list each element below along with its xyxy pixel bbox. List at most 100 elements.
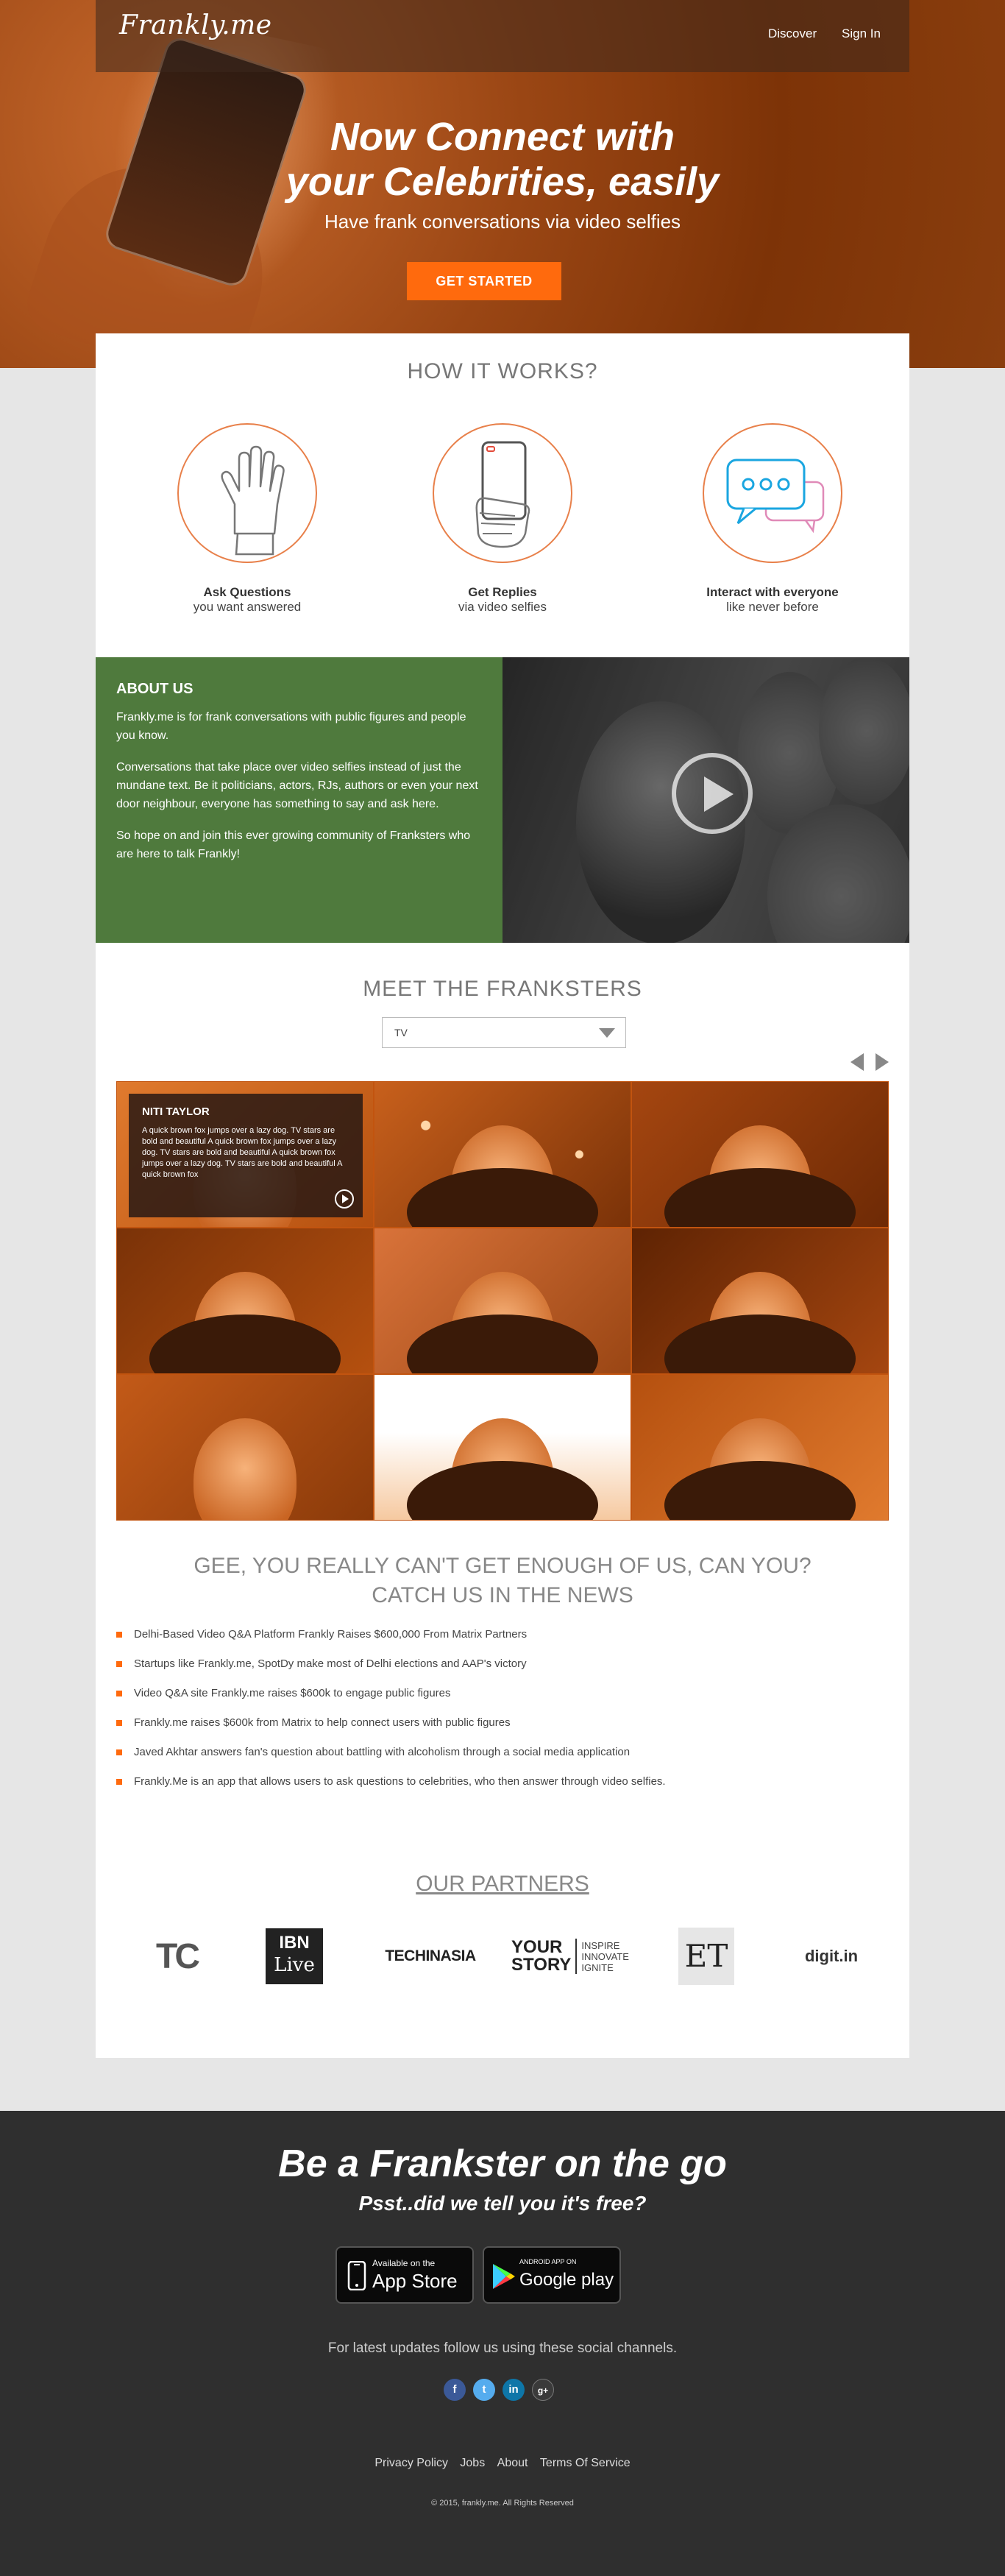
partner-digit-logo[interactable]: digit.in	[780, 1927, 883, 1986]
how-ask-title: Ask Questions	[203, 585, 291, 599]
frankster-card[interactable]	[116, 1228, 374, 1374]
terms-link[interactable]: Terms Of Service	[540, 2457, 631, 2469]
frankster-photo	[407, 1168, 598, 1227]
frankster-card[interactable]	[631, 1374, 889, 1521]
footer-title: Be a Frankster on the go	[278, 2142, 727, 2185]
frankster-card[interactable]	[374, 1081, 631, 1228]
next-arrow-icon[interactable]	[876, 1053, 889, 1071]
hero-banner: Frankly.me Discover Sign In Now Connect …	[0, 0, 1005, 368]
how-it-works-title: HOW IT WORKS?	[407, 359, 598, 383]
app-store-small-text: Available on the	[372, 2258, 436, 2268]
news-item[interactable]: Startups like Frankly.me, SpotDy make mo…	[116, 1657, 889, 1686]
about-link[interactable]: About	[497, 2457, 528, 2469]
ibnlive-logo-box: IBN Live	[266, 1928, 323, 1984]
news-item[interactable]: Frankly.Me is an app that allows users t…	[116, 1774, 889, 1804]
app-store-big-text: App Store	[372, 2270, 458, 2292]
linkedin-icon[interactable]: in	[502, 2379, 525, 2401]
how-item-interact: Interact with everyone like never before	[662, 423, 883, 615]
frankster-info: NITI TAYLOR A quick brown fox jumps over…	[129, 1094, 363, 1217]
frankster-card[interactable]	[374, 1374, 631, 1521]
partner-techcrunch-logo[interactable]: TC	[132, 1927, 221, 1986]
category-select[interactable]: TV	[382, 1017, 626, 1048]
how-interact-sub: like never before	[726, 600, 819, 614]
play-icon[interactable]	[672, 753, 753, 834]
jobs-link[interactable]: Jobs	[460, 2457, 485, 2469]
how-item-ask: Ask Questions you want answered	[137, 423, 358, 615]
google-play-button[interactable]: ANDROID APP ON Google play	[483, 2246, 621, 2304]
frankster-photo	[407, 1314, 598, 1373]
news-list: Delhi-Based Video Q&A Platform Frankly R…	[116, 1627, 889, 1804]
hero-subtitle: Have frank conversations via video selfi…	[324, 210, 681, 233]
frankster-photo	[664, 1168, 856, 1227]
frankster-card[interactable]	[631, 1228, 889, 1374]
techcrunch-logo-text: TC	[156, 1936, 200, 1976]
frankster-card[interactable]: NITI TAYLOR A quick brown fox jumps over…	[116, 1081, 374, 1228]
google-play-icon	[493, 2264, 515, 2289]
prev-arrow-icon[interactable]	[850, 1053, 864, 1071]
partner-techinasia-logo[interactable]: TECHINASIA	[368, 1927, 493, 1986]
hand-icon	[177, 423, 317, 563]
how-interact-title: Interact with everyone	[706, 585, 839, 599]
google-play-small-text: ANDROID APP ON	[519, 2258, 577, 2265]
copyright-text: © 2015, frankly.me. All Rights Reserved	[431, 2499, 574, 2508]
frankster-card[interactable]	[631, 1081, 889, 1228]
footer: Be a Frankster on the go Psst..did we te…	[0, 2111, 1005, 2576]
frankster-photo	[664, 1461, 856, 1520]
how-item-replies: Get Replies via video selfies	[392, 423, 613, 615]
get-started-button[interactable]: GET STARTED	[407, 262, 561, 300]
yourstory-logo-main: YOUR STORY	[511, 1937, 578, 1974]
frankster-card[interactable]	[374, 1228, 631, 1374]
how-replies-title: Get Replies	[468, 585, 537, 599]
et-logo-text: ET	[678, 1928, 734, 1985]
nav-sign-in[interactable]: Sign In	[842, 26, 881, 41]
frankster-photo	[407, 1461, 598, 1520]
facebook-icon[interactable]: f	[444, 2379, 466, 2401]
yourstory-logo-tagline: INSPIRE INNOVATE IGNITE	[577, 1940, 629, 1973]
news-item[interactable]: Delhi-Based Video Q&A Platform Frankly R…	[116, 1627, 889, 1657]
frankster-photo	[149, 1314, 341, 1373]
smartphone-icon	[347, 2261, 366, 2290]
about-video[interactable]	[502, 657, 909, 943]
about-paragraph-2: Conversations that take place over video…	[116, 761, 478, 810]
frankster-bio: A quick brown fox jumps over a lazy dog.…	[142, 1126, 342, 1179]
about-paragraph-3: So hope on and join this ever growing co…	[116, 829, 471, 860]
yourstory-logo-inspire: INSPIRE	[581, 1939, 620, 1951]
site-logo[interactable]: Frankly.me	[119, 10, 272, 40]
hero-title-line2: your Celebrities, easily	[285, 160, 720, 204]
about-title: ABOUT US	[116, 681, 193, 697]
frankster-photo	[193, 1418, 296, 1520]
partner-ibnlive-logo[interactable]: IBN Live	[250, 1927, 338, 1986]
nav-discover[interactable]: Discover	[768, 26, 817, 41]
app-store-button[interactable]: Available on the App Store	[335, 2246, 474, 2304]
partners-title: OUR PARTNERS	[416, 1872, 589, 1896]
top-navbar: Frankly.me Discover Sign In	[96, 0, 909, 72]
frankster-photo	[664, 1314, 856, 1373]
google-plus-icon[interactable]: g+	[532, 2379, 554, 2401]
hero-title-line1: Now Connect with	[330, 115, 675, 159]
news-item[interactable]: Javed Akhtar answers fan's question abou…	[116, 1745, 889, 1774]
footer-subtitle: Psst..did we tell you it's free?	[358, 2192, 647, 2215]
about-us-panel: ABOUT US Frankly.me is for frank convers…	[96, 657, 502, 943]
chat-bubbles-icon	[703, 423, 842, 563]
franksters-grid: NITI TAYLOR A quick brown fox jumps over…	[116, 1081, 889, 1521]
yourstory-logo-innovate: INNOVATE	[581, 1950, 629, 1962]
partner-yourstory-logo[interactable]: YOUR STORY INSPIRE INNOVATE IGNITE	[508, 1927, 633, 1986]
footer-links: Privacy Policy Jobs About Terms Of Servi…	[0, 2457, 1005, 2470]
yourstory-logo-your: YOUR	[511, 1937, 563, 1957]
privacy-policy-link[interactable]: Privacy Policy	[374, 2457, 448, 2469]
frankster-card[interactable]	[116, 1374, 374, 1521]
play-icon[interactable]	[335, 1189, 354, 1209]
news-item[interactable]: Video Q&A site Frankly.me raises $600k t…	[116, 1686, 889, 1716]
news-title-line2: CATCH US IN THE NEWS	[372, 1583, 633, 1607]
twitter-icon[interactable]: t	[473, 2379, 495, 2401]
techinasia-logo-text: TECHINASIA	[385, 1947, 476, 1964]
ibnlive-logo-top: IBN	[279, 1933, 310, 1953]
news-item[interactable]: Frankly.me raises $600k from Matrix to h…	[116, 1716, 889, 1745]
meet-franksters-title: MEET THE FRANKSTERS	[363, 977, 642, 1001]
phone-selfie-icon	[433, 423, 572, 563]
digit-logo-text: digit.in	[804, 1947, 859, 1965]
partner-et-logo[interactable]: ET	[662, 1927, 750, 1986]
ibnlive-logo-bottom: Live	[274, 1954, 315, 1976]
follow-text: For latest updates follow us using these…	[327, 2340, 678, 2356]
main-content: HOW IT WORKS? Ask Questions you want ans…	[96, 333, 909, 2058]
